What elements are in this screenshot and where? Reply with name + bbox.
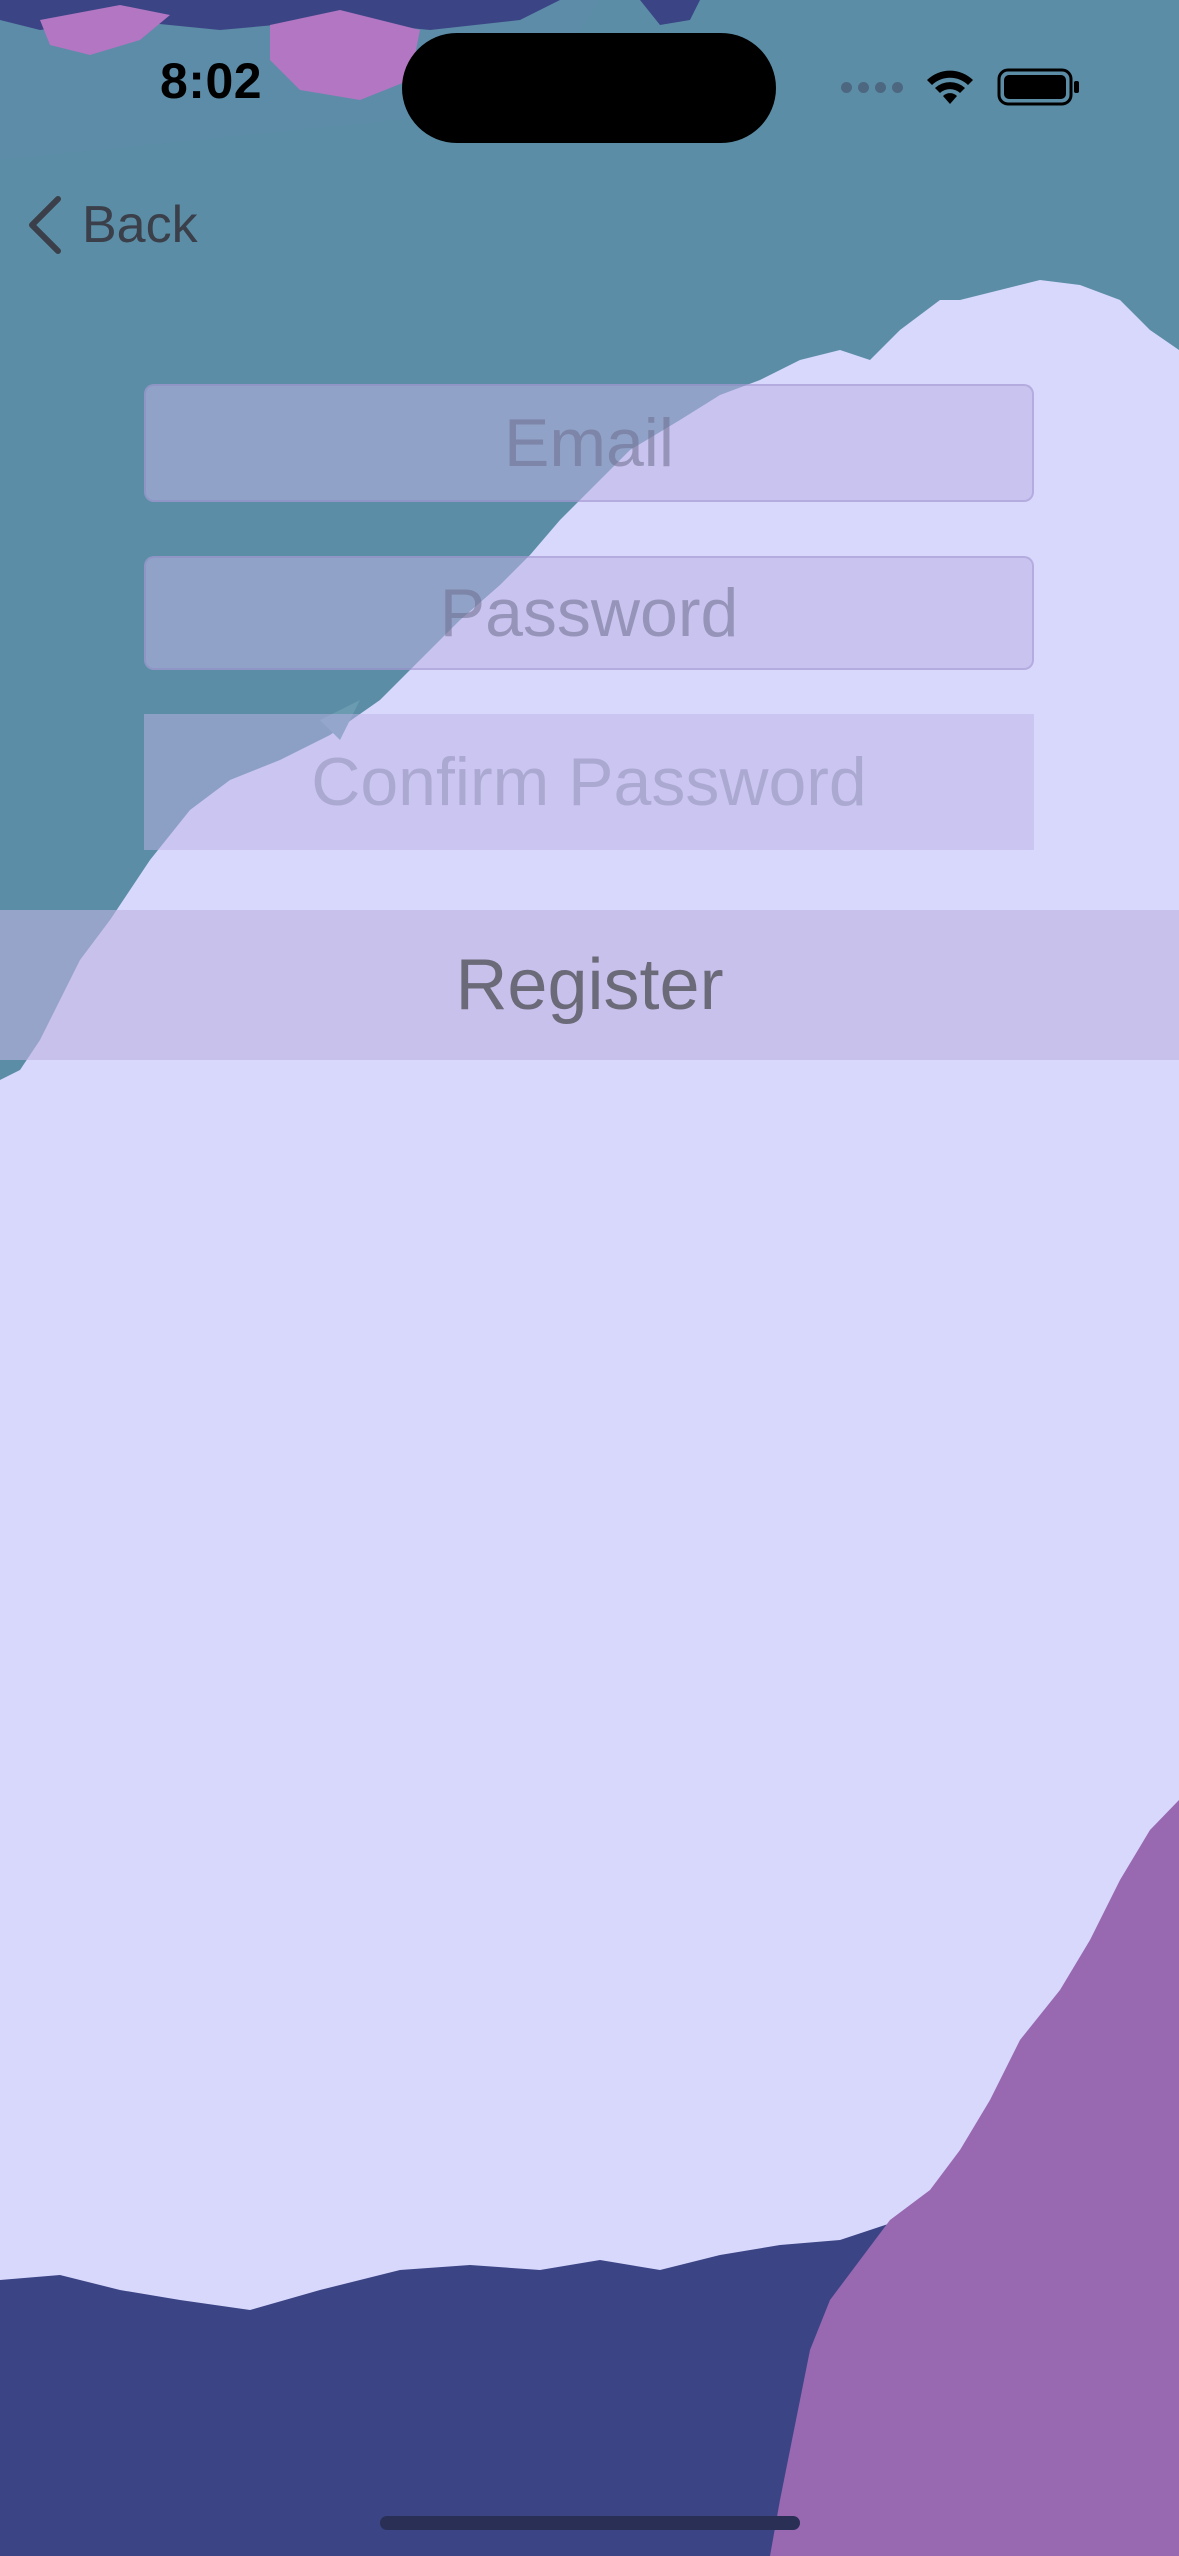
password-field-container bbox=[144, 556, 1034, 670]
home-indicator[interactable] bbox=[380, 2516, 800, 2530]
password-field[interactable] bbox=[146, 557, 1032, 669]
status-icons bbox=[841, 62, 1081, 112]
status-bar: 8:02 bbox=[0, 0, 1179, 150]
confirm-password-field[interactable] bbox=[144, 713, 1034, 851]
wifi-icon bbox=[927, 70, 973, 104]
chevron-left-icon bbox=[29, 196, 61, 254]
email-field[interactable] bbox=[146, 385, 1032, 501]
confirm-password-field-container bbox=[144, 713, 1034, 851]
back-button[interactable]: Back bbox=[24, 190, 198, 260]
email-field-container bbox=[144, 384, 1034, 502]
register-button[interactable]: Register bbox=[0, 910, 1179, 1060]
dynamic-island bbox=[402, 33, 776, 143]
status-time: 8:02 bbox=[160, 53, 263, 109]
back-label: Back bbox=[82, 196, 198, 254]
cellular-signal-icon bbox=[841, 81, 903, 93]
battery-icon bbox=[997, 68, 1079, 106]
